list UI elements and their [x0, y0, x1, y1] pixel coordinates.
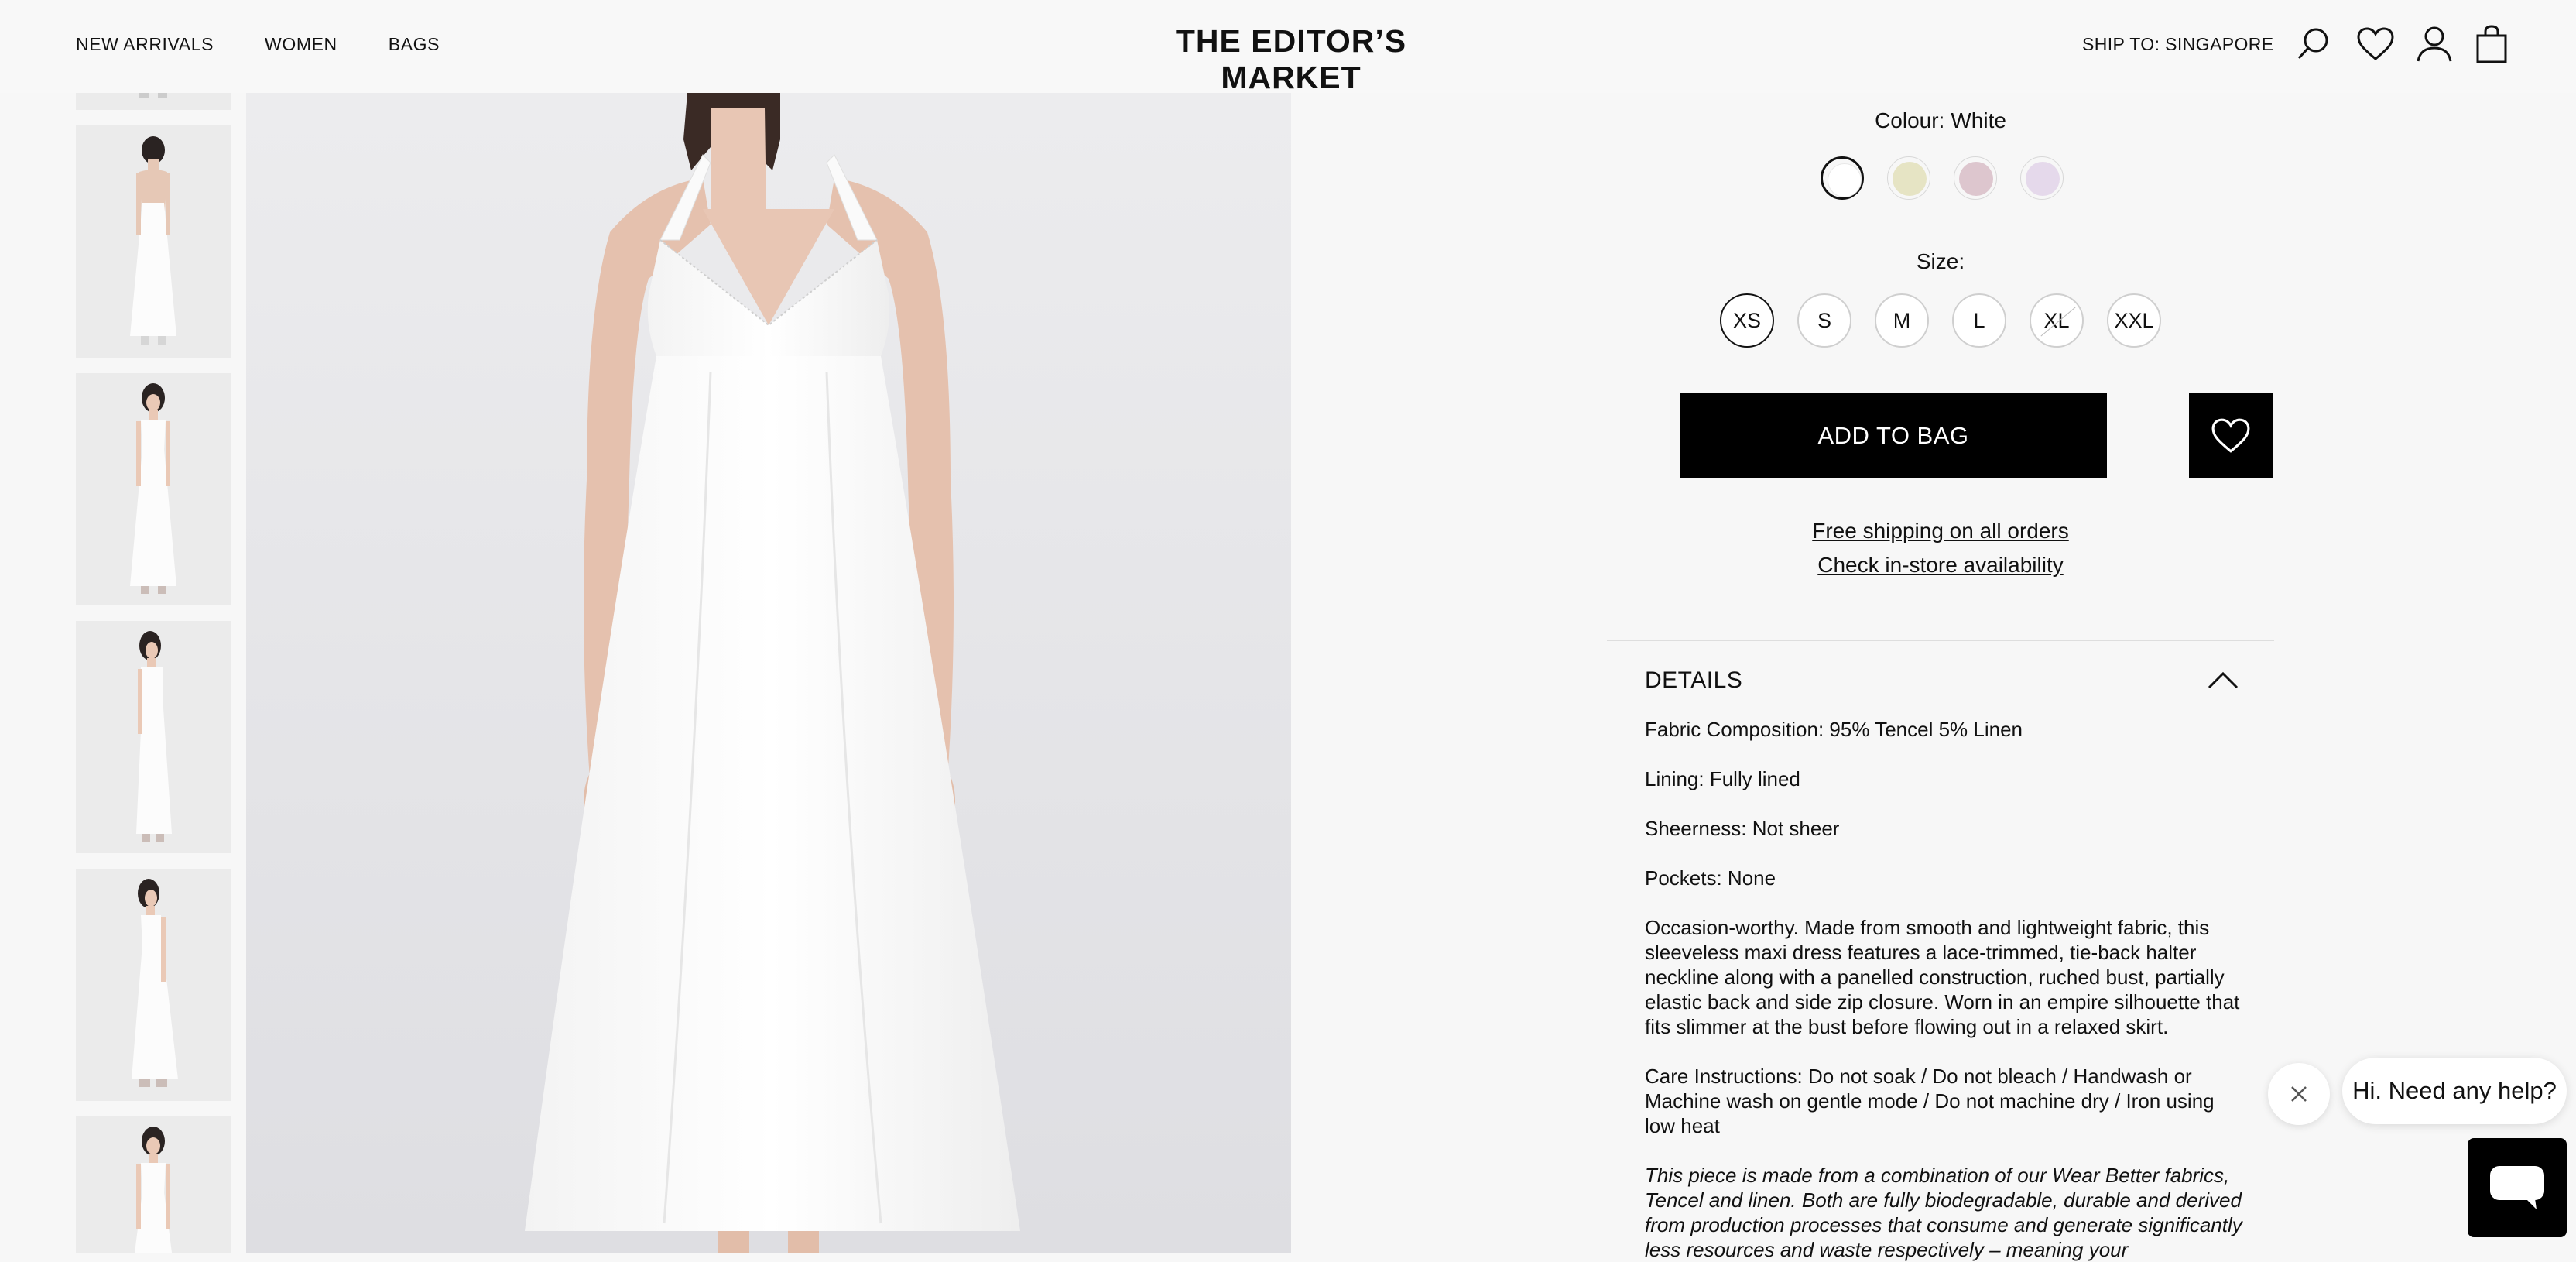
size-xl[interactable]: XL: [2030, 293, 2084, 348]
lining: Lining: Fully lined: [1645, 767, 1800, 790]
colour-value: White: [1951, 108, 2006, 132]
nav-bags[interactable]: BAGS: [389, 34, 440, 55]
sustainability-note: This piece is made from a combination of…: [1645, 1164, 2242, 1261]
size-m-label: M: [1893, 308, 1911, 332]
size-s-label: S: [1817, 308, 1831, 332]
heart-icon[interactable]: [2355, 22, 2396, 67]
site-header: NEW ARRIVALS WOMEN BAGS THE EDITOR’S MAR…: [0, 0, 2576, 96]
product-description: Occasion-worthy. Made from smooth and li…: [1645, 916, 2240, 1038]
size-l-label: L: [1973, 308, 1985, 332]
thumbnail-4[interactable]: [76, 869, 231, 1101]
size-s[interactable]: S: [1797, 293, 1852, 348]
heart-icon: [2211, 418, 2250, 453]
colour-row: Colour: White: [1587, 108, 2294, 133]
nav-new-arrivals[interactable]: NEW ARRIVALS: [76, 34, 214, 55]
bag-icon[interactable]: [2471, 22, 2513, 67]
size-xs[interactable]: XS: [1720, 293, 1774, 348]
close-icon: [2291, 1086, 2307, 1102]
details-heading[interactable]: DETAILS: [1645, 667, 1742, 694]
size-l[interactable]: L: [1952, 293, 2006, 348]
thumbnail-5[interactable]: [76, 1116, 231, 1253]
chat-icon: [2490, 1166, 2544, 1209]
search-icon[interactable]: [2293, 22, 2334, 67]
chevron-up-icon[interactable]: [2206, 667, 2240, 692]
chat-dismiss-button[interactable]: [2268, 1063, 2330, 1125]
size-selector: XS S M L XL XXL: [1720, 293, 2161, 348]
chat-launcher-button[interactable]: [2468, 1138, 2567, 1237]
thumbnail-2[interactable]: [76, 373, 231, 605]
size-label: Size:: [1916, 249, 1965, 273]
free-shipping-link[interactable]: Free shipping on all orders: [1587, 519, 2294, 544]
size-m[interactable]: M: [1875, 293, 1929, 348]
chat-prompt[interactable]: Hi. Need any help?: [2342, 1058, 2567, 1124]
divider: [1607, 640, 2274, 641]
fabric-composition: Fabric Composition: 95% Tencel 5% Linen: [1645, 718, 2023, 741]
add-to-bag-button[interactable]: ADD TO BAG: [1680, 393, 2107, 478]
instore-availability-link[interactable]: Check in-store availability: [1587, 553, 2294, 578]
thumbnail-3[interactable]: [76, 621, 231, 853]
main-product-image[interactable]: [246, 93, 1291, 1253]
ship-to-selector[interactable]: SHIP TO: SINGAPORE: [2082, 34, 2274, 55]
colour-label: Colour:: [1875, 108, 1945, 132]
sheerness: Sheerness: Not sheer: [1645, 817, 1840, 840]
main-nav: NEW ARRIVALS WOMEN BAGS: [76, 34, 440, 55]
thumbnail-1[interactable]: [76, 125, 231, 358]
pockets: Pockets: None: [1645, 866, 1776, 890]
wishlist-button[interactable]: [2189, 393, 2273, 478]
swatch-rose[interactable]: [1954, 156, 1997, 200]
size-xxl-label: XXL: [2114, 308, 2154, 332]
swatch-butter[interactable]: [1887, 156, 1930, 200]
size-xxl[interactable]: XXL: [2107, 293, 2161, 348]
nav-women[interactable]: WOMEN: [265, 34, 337, 55]
colour-swatches: [1821, 156, 2064, 200]
brand-logo[interactable]: THE EDITOR’S MARKET: [1122, 23, 1460, 96]
size-xs-label: XS: [1732, 308, 1762, 332]
swatch-lilac[interactable]: [2020, 156, 2064, 200]
swatch-white[interactable]: [1821, 156, 1864, 200]
account-icon[interactable]: [2413, 22, 2455, 67]
care-instructions: Care Instructions: Do not soak / Do not …: [1645, 1065, 2215, 1137]
